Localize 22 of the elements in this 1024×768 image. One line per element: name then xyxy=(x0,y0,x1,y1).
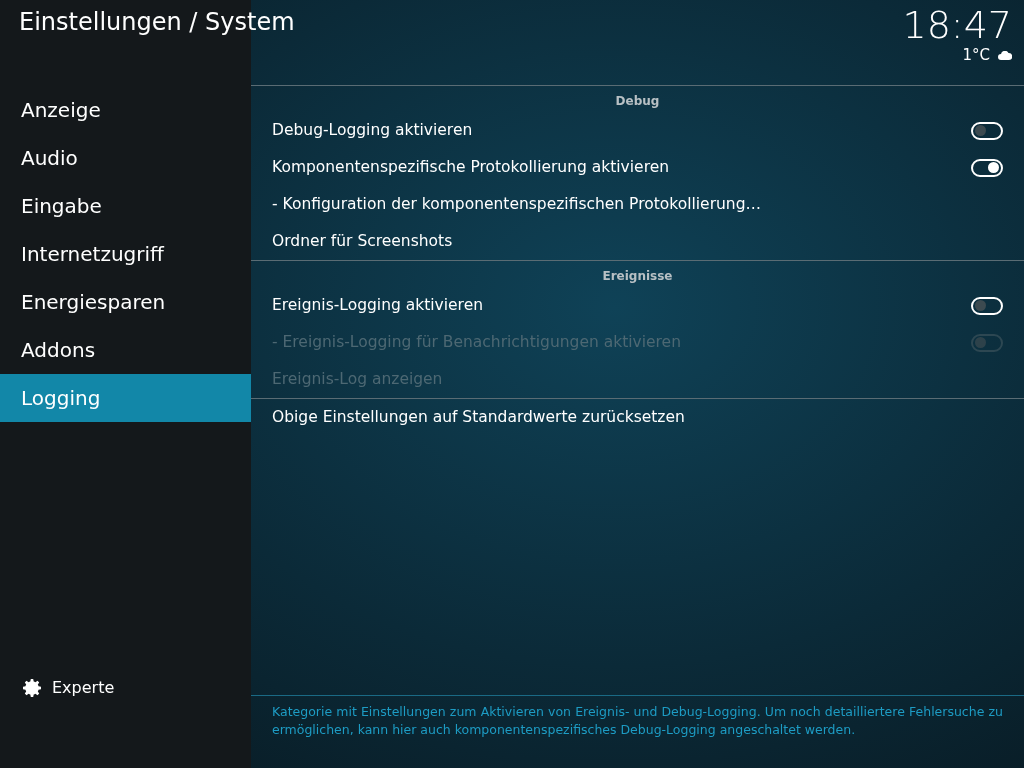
sidebar-item[interactable]: Addons xyxy=(0,326,251,374)
setting-label[interactable]: Obige Einstellungen auf Standardwerte zurücksetzen xyxy=(272,405,685,430)
setting-label[interactable]: - Konfiguration der komponentenspezifischen Protokollierung… xyxy=(272,192,761,217)
sidebar-item[interactable]: Logging xyxy=(0,374,251,422)
section-header: Ereignisse xyxy=(601,268,674,285)
sidebar-item[interactable]: Energiesparen xyxy=(0,278,251,326)
sidebar-item[interactable]: Internetzugriff xyxy=(0,230,251,278)
clock-time: 18:47 xyxy=(902,2,1012,48)
setting-label[interactable]: Komponentenspezifische Protokollierung aktivieren xyxy=(272,155,670,180)
setting-label[interactable]: Ereignis-Logging aktivieren xyxy=(272,293,483,318)
sidebar-item[interactable]: Audio xyxy=(0,134,251,182)
setting-label[interactable]: Debug-Logging aktivieren xyxy=(272,118,473,143)
settings-level-button[interactable]: Experte xyxy=(0,676,251,700)
category-description: Kategorie mit Einstellungen zum Aktivieren von Ereignis- und Debug-Logging. Um noch detailliertere Fehlersuche zu ermöglichen, kann hier auch komponentenspezifisches Debug-Logging angeschaltet werden. xyxy=(272,703,1003,739)
section-header: Debug xyxy=(614,93,661,110)
temperature: 1°C xyxy=(962,45,990,66)
settings-icon xyxy=(20,676,44,700)
window-title: Einstellungen / System xyxy=(19,7,295,38)
cloud-icon xyxy=(998,50,1012,60)
sidebar-item[interactable]: Anzeige xyxy=(0,86,251,134)
setting-label[interactable]: Ordner für Screenshots xyxy=(272,229,453,254)
sidebar-item[interactable]: Eingabe xyxy=(0,182,251,230)
